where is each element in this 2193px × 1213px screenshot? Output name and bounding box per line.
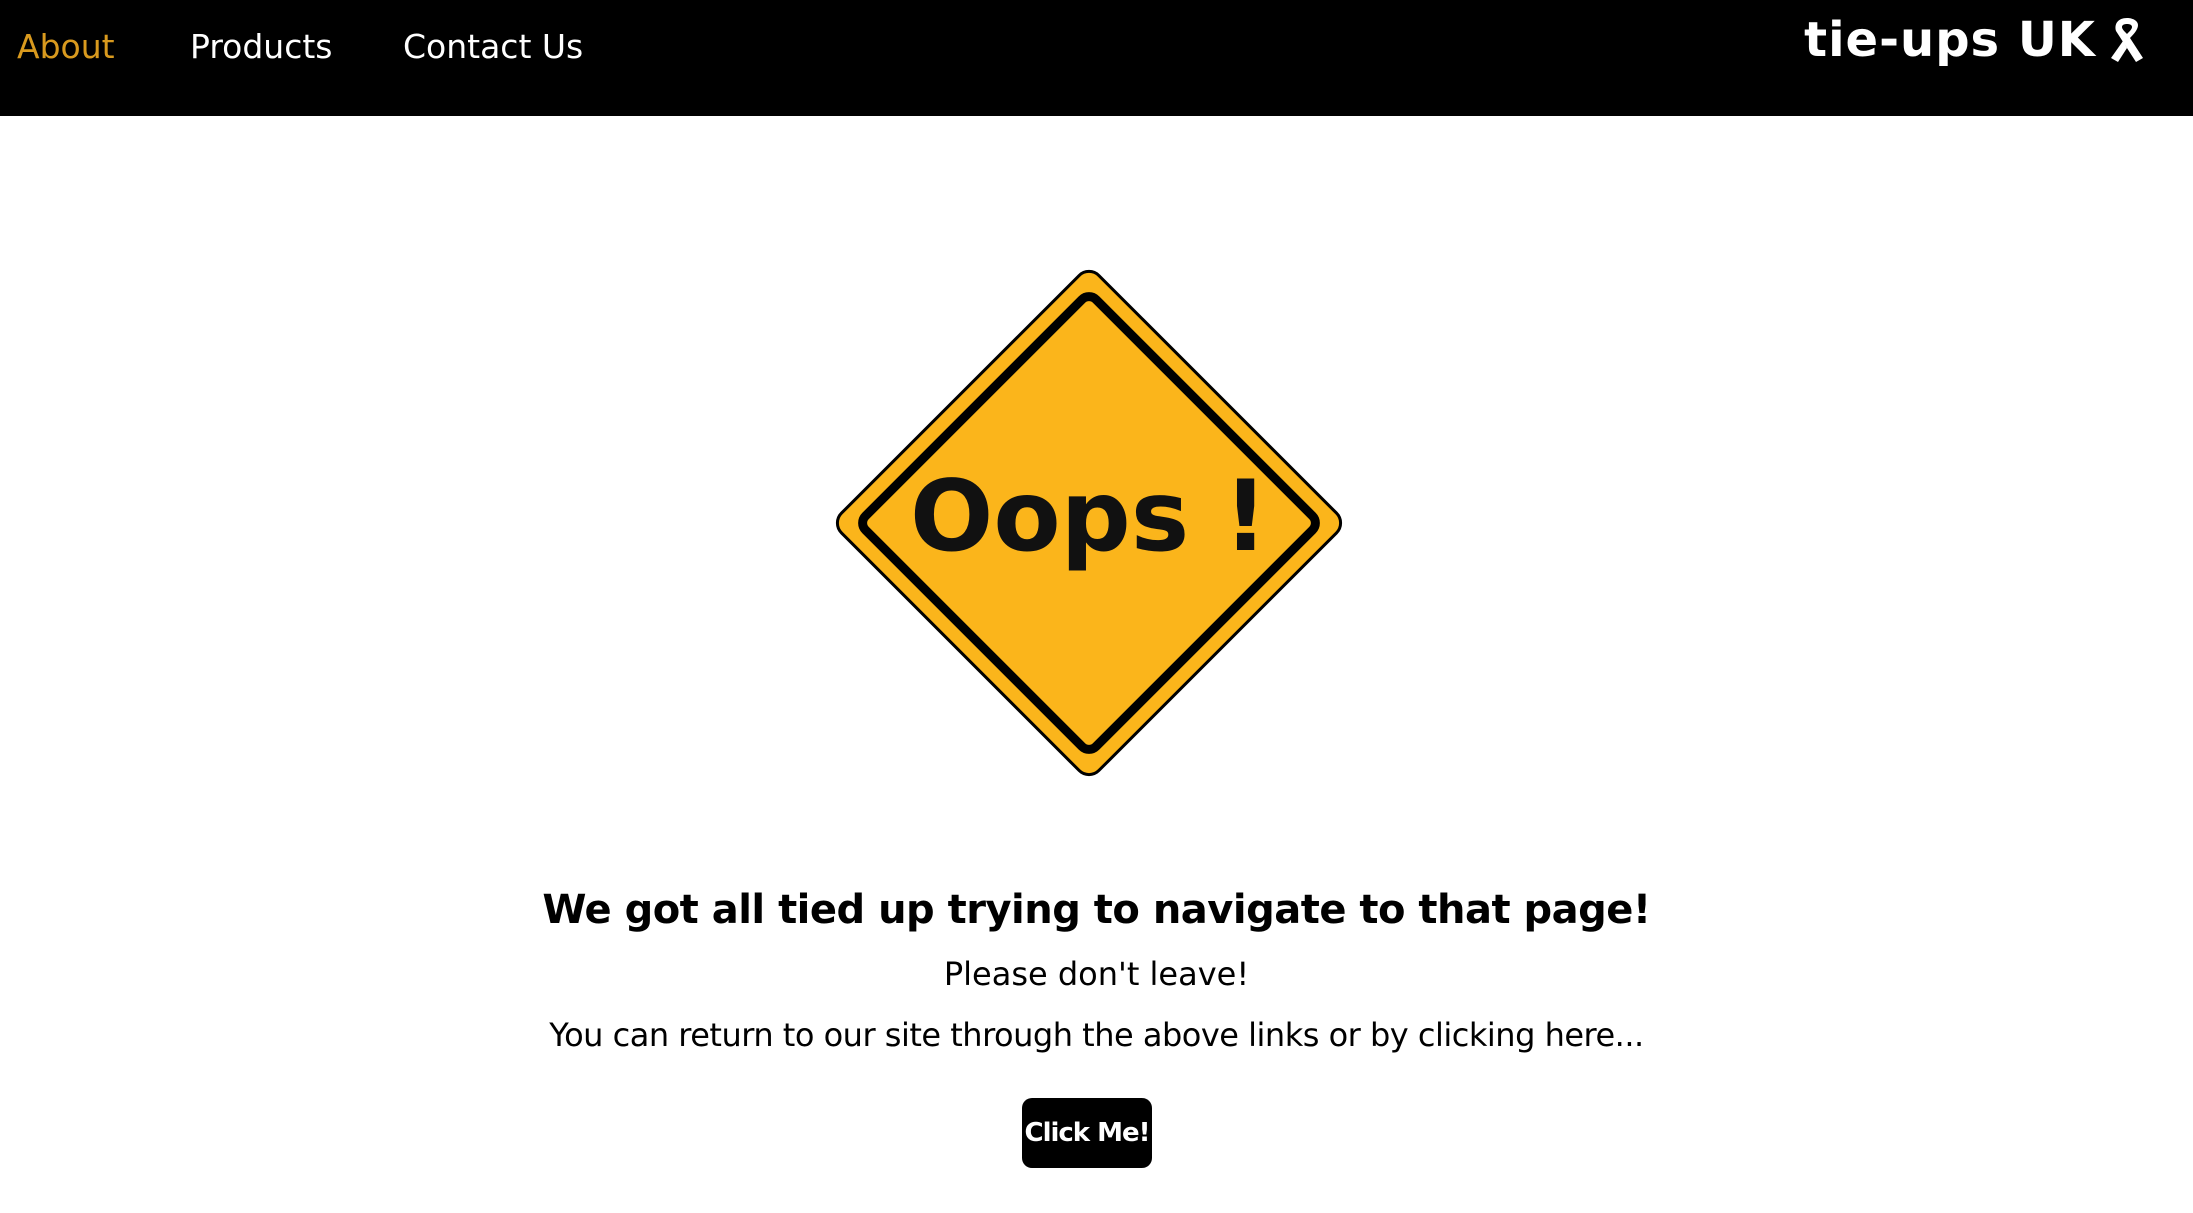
brand-logo[interactable]: tie-ups UK (1804, 10, 2148, 70)
plea-text: Please don't leave! (943, 955, 1250, 993)
nav-link-products[interactable]: Products (190, 27, 333, 66)
brand-name: tie-ups UK (1804, 12, 2096, 68)
sign-text: Oops ! (910, 460, 1268, 574)
return-instructions: You can return to our site through the a… (549, 1016, 1644, 1054)
nav-link-contact-us[interactable]: Contact Us (403, 27, 583, 66)
error-headline: We got all tied up trying to navigate to… (542, 886, 1651, 933)
top-navbar: About Products Contact Us tie-ups UK (0, 0, 2193, 116)
oops-warning-sign: Oops ! (835, 269, 1343, 777)
ribbon-icon (2111, 18, 2143, 62)
click-me-button[interactable]: Click Me! (1022, 1098, 1152, 1168)
nav-link-about[interactable]: About (17, 27, 115, 66)
